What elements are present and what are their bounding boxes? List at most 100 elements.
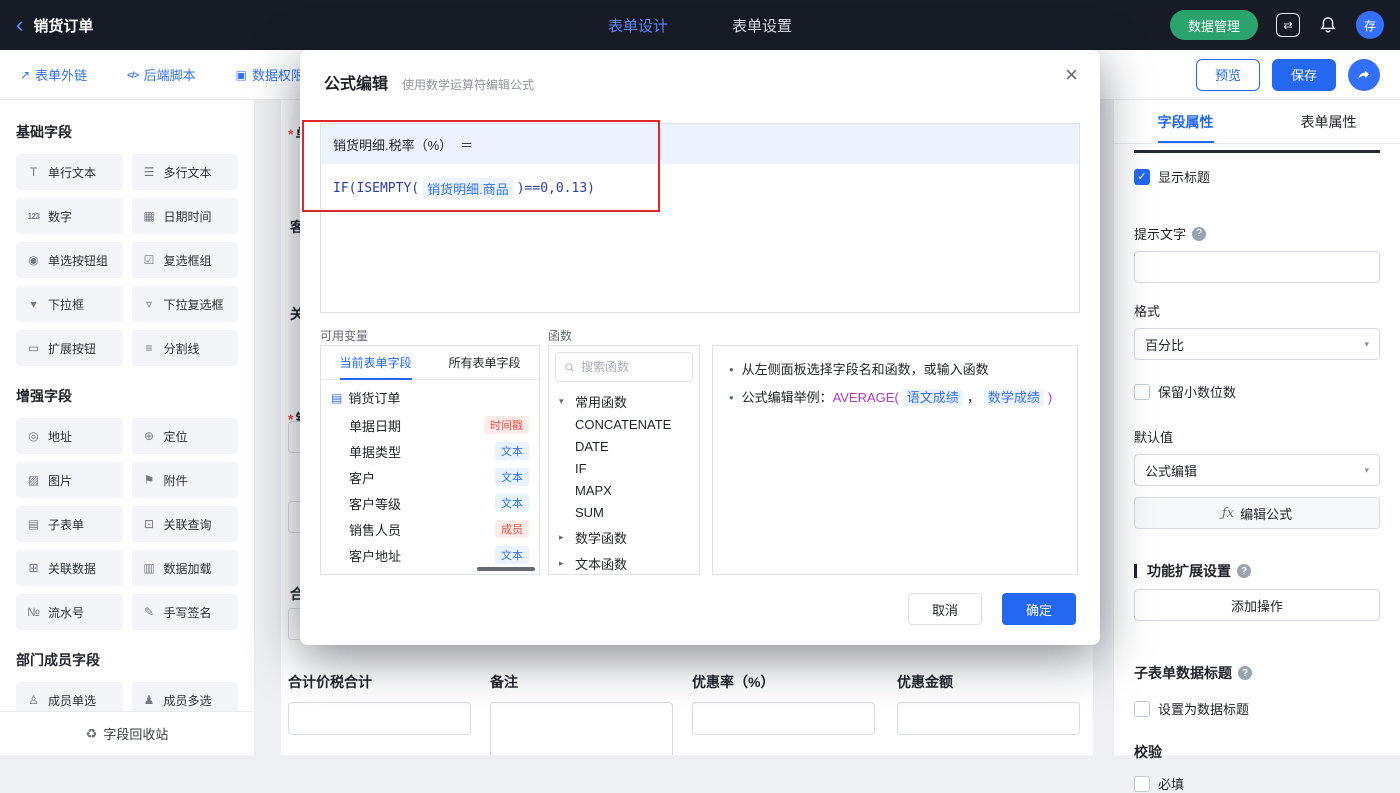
function-group-math[interactable]: ▸ 数学函数 (549, 524, 699, 550)
type-tag: 文本 (495, 494, 529, 512)
dropdown-multi-icon: ▿ (141, 297, 158, 311)
chevron-down-icon: ▾ (559, 396, 569, 407)
edit-formula-button[interactable]: ƒx 编辑公式 (1134, 497, 1380, 529)
field-label: 数据加载 (164, 560, 212, 577)
back-chevron-icon[interactable]: ‹ (16, 14, 23, 36)
variable-row[interactable]: 单据日期时间戳 (321, 412, 539, 438)
remark-textarea[interactable] (490, 702, 673, 755)
tab-form-design[interactable]: 表单设计 (608, 15, 668, 36)
total-with-tax-input[interactable] (288, 702, 471, 735)
help-icon[interactable]: ? (1237, 564, 1251, 578)
discount-rate-input[interactable] (692, 702, 875, 735)
field-attachment[interactable]: ⚑附件 (132, 462, 239, 498)
variables-root-node[interactable]: ▤ 销货订单 (321, 380, 539, 412)
field-linked-query[interactable]: ⊡关联查询 (132, 506, 239, 542)
tab-current-form-fields[interactable]: 当前表单字段 (321, 346, 430, 379)
field-checkbox-group[interactable]: ☑复选框组 (132, 242, 239, 278)
field-data-load[interactable]: ▥数据加载 (132, 550, 239, 586)
formula-editor-area[interactable]: 销货明细.税率（%） ＝ IF(ISEMPTY( 销货明细.商品 )==0,0.… (320, 123, 1080, 313)
checkbox-unchecked[interactable] (1134, 384, 1150, 400)
function-item-concatenate[interactable]: CONCATENATE (549, 414, 699, 436)
field-dropdown-multi[interactable]: ▿下拉复选框 (132, 286, 239, 322)
field-label: 复选框组 (164, 252, 212, 269)
checkbox-unchecked[interactable] (1134, 701, 1150, 717)
preview-button[interactable]: 预览 (1196, 59, 1260, 91)
field-label: 单行文本 (48, 164, 96, 181)
external-link-item[interactable]: ↗ 表单外链 (20, 65, 87, 84)
function-item-sum[interactable]: SUM (549, 502, 699, 524)
variable-row[interactable]: 单据类型文本 (321, 438, 539, 464)
notification-bell-icon[interactable] (1318, 15, 1338, 35)
function-item-if[interactable]: IF (549, 458, 699, 480)
field-multi-line-text[interactable]: ☰多行文本 (132, 154, 239, 190)
help-icon[interactable]: ? (1192, 227, 1206, 241)
field-address[interactable]: ◎地址 (16, 418, 123, 454)
chevron-down-icon: ▾ (1364, 339, 1369, 350)
field-member-single[interactable]: ♙成员单选 (16, 682, 123, 711)
confirm-button[interactable]: 确定 (1002, 593, 1076, 625)
add-action-button[interactable]: 添加操作 (1134, 589, 1380, 621)
app-switch-icon[interactable]: ⇄ (1276, 13, 1300, 37)
field-member-multi[interactable]: ♟成员多选 (132, 682, 239, 711)
subform-data-title: 子表单数据标题 ? (1134, 663, 1380, 683)
field-extend-button[interactable]: ▭扩展按钮 (16, 330, 123, 366)
function-search-box[interactable] (555, 352, 693, 382)
default-value-select[interactable]: 公式编辑 ▾ (1134, 454, 1380, 486)
show-title-option: ✓ 显示标题 (1134, 167, 1380, 186)
hint-text-input[interactable] (1134, 251, 1380, 283)
formula-code: )==0,0.13) (517, 181, 595, 196)
function-item-date[interactable]: DATE (549, 436, 699, 458)
field-token[interactable]: 销货明细.商品 (423, 178, 513, 199)
field-signature[interactable]: ✎手写签名 (132, 594, 239, 630)
function-item-mapx[interactable]: MAPX (549, 480, 699, 502)
backend-script-item[interactable]: </> 后端脚本 (127, 65, 196, 84)
field-number[interactable]: 123数字 (16, 198, 123, 234)
field-label: 多行文本 (164, 164, 212, 181)
field-linked-data[interactable]: ⊞关联数据 (16, 550, 123, 586)
code-icon: </> (127, 70, 139, 80)
help-icon[interactable]: ? (1238, 666, 1252, 680)
field-date-time[interactable]: ▦日期时间 (132, 198, 239, 234)
tab-form-properties[interactable]: 表单属性 (1257, 100, 1400, 143)
field-single-line-text[interactable]: T单行文本 (16, 154, 123, 190)
field-subform[interactable]: ▤子表单 (16, 506, 123, 542)
dialog-title: 公式编辑 (324, 70, 388, 94)
variable-row[interactable]: 客户地址文本 (321, 542, 539, 568)
checkbox-checked[interactable]: ✓ (1134, 169, 1150, 185)
field-dropdown[interactable]: ▾下拉框 (16, 286, 123, 322)
close-icon[interactable]: × (1065, 64, 1078, 86)
field-label: 关联查询 (164, 516, 212, 533)
tab-all-form-fields[interactable]: 所有表单字段 (430, 346, 539, 379)
divider-icon: ≡ (141, 341, 158, 355)
format-select[interactable]: 百分比 ▾ (1134, 328, 1380, 360)
save-button[interactable]: 保存 (1272, 59, 1336, 91)
function-group-common[interactable]: ▾ 常用函数 (549, 388, 699, 414)
image-icon: ▨ (25, 473, 42, 487)
cancel-button[interactable]: 取消 (908, 593, 982, 625)
field-recycle-bin[interactable]: ♻ 字段回收站 (0, 711, 254, 755)
chevron-right-icon: ▸ (559, 532, 569, 543)
share-button[interactable] (1348, 59, 1380, 91)
checkbox-unchecked[interactable] (1134, 776, 1150, 792)
data-manage-button[interactable]: 数据管理 (1170, 10, 1258, 40)
variable-row[interactable]: 客户文本 (321, 464, 539, 490)
tab-form-settings[interactable]: 表单设置 (732, 15, 792, 36)
data-permission-item[interactable]: ▣ 数据权限 (236, 65, 304, 84)
formula-code-line: IF(ISEMPTY( 销货明细.商品 )==0,0.13) (321, 164, 1079, 213)
function-group-text[interactable]: ▸ 文本函数 (549, 550, 699, 575)
field-image[interactable]: ▨图片 (16, 462, 123, 498)
radio-icon: ◉ (25, 253, 42, 267)
set-data-title-label: 设置为数据标题 (1158, 699, 1249, 718)
horizontal-scrollbar-thumb[interactable] (477, 567, 535, 571)
chevron-right-icon: ▸ (559, 558, 569, 569)
variable-row[interactable]: 客户等级文本 (321, 490, 539, 516)
field-location[interactable]: ⊕定位 (132, 418, 239, 454)
function-search-input[interactable] (581, 360, 684, 374)
discount-amount-input[interactable] (897, 702, 1080, 735)
field-divider[interactable]: ≡分割线 (132, 330, 239, 366)
field-serial-number[interactable]: №流水号 (16, 594, 123, 630)
field-radio-group[interactable]: ◉单选按钮组 (16, 242, 123, 278)
tab-field-properties[interactable]: 字段属性 (1114, 100, 1257, 143)
avatar[interactable]: 存 (1356, 11, 1384, 39)
variable-row[interactable]: 销售人员成员 (321, 516, 539, 542)
